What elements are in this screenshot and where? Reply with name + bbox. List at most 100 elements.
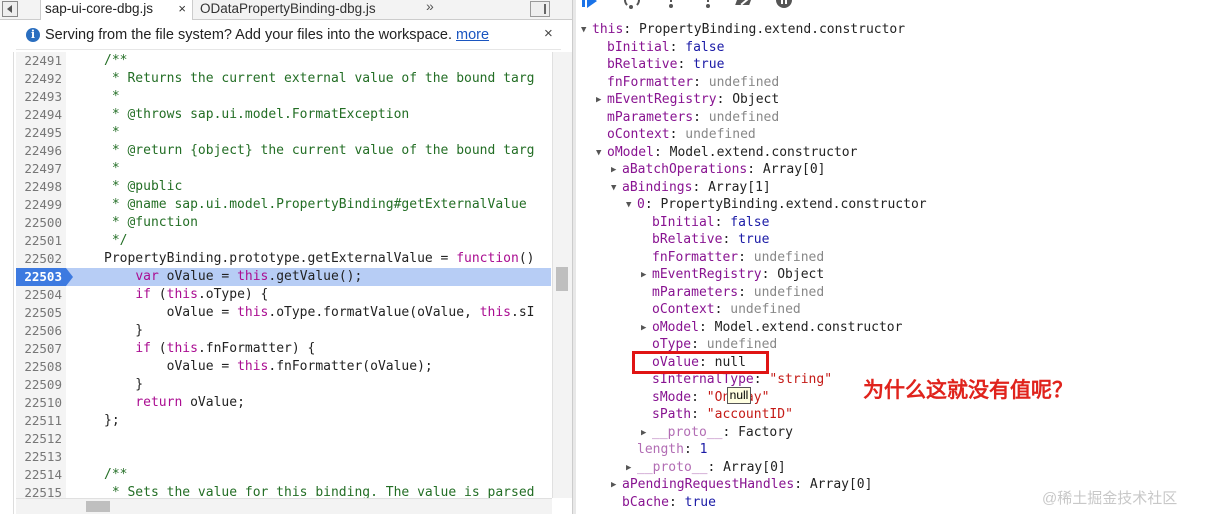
code-line[interactable]: 22507 if (this.fnFormatter) { — [16, 340, 551, 358]
code-line[interactable]: 22500 * @function — [16, 214, 551, 232]
navigator-toggle-icon[interactable] — [2, 1, 18, 17]
line-number[interactable]: 22503 — [16, 268, 73, 286]
code-line[interactable]: 22496 * @return {object} the current val… — [16, 142, 551, 160]
property-separator: : — [653, 144, 670, 160]
scope-row[interactable]: ▼ oModel: Model.extend.constructor — [596, 144, 857, 162]
code-line[interactable]: 22497 * — [16, 160, 551, 178]
line-number[interactable]: 22498 — [16, 178, 66, 196]
code-text: /** — [104, 467, 128, 482]
property-separator: : — [677, 57, 694, 72]
line-number[interactable]: 22504 — [16, 286, 66, 304]
code-line-paused[interactable]: 22503 var oValue = this.getValue(); — [16, 268, 551, 286]
line-number[interactable]: 22497 — [16, 160, 66, 178]
collapsed-triangle-icon[interactable]: ▶ — [611, 477, 622, 495]
scope-row[interactable]: ▼ this: PropertyBinding.extend.constructo… — [581, 21, 905, 39]
code-text: var oValue = this.getValue(); — [135, 269, 363, 284]
resume-icon[interactable] — [582, 0, 600, 10]
line-number[interactable]: 22509 — [16, 376, 66, 394]
scope-row[interactable]: ▼ 0: PropertyBinding.extend.constructor — [626, 196, 927, 214]
property-value: false — [685, 39, 725, 55]
code-line[interactable]: 22495 * — [16, 124, 551, 142]
scope-row[interactable]: ▶ mEventRegistry: Object — [596, 91, 779, 109]
line-number[interactable]: 22501 — [16, 232, 66, 250]
expanded-triangle-icon[interactable]: ▼ — [581, 22, 592, 40]
expanded-triangle-icon[interactable]: ▼ — [596, 145, 607, 163]
line-number[interactable]: 22513 — [16, 448, 66, 466]
scope-row[interactable]: ▶ mEventRegistry: Object — [641, 266, 824, 284]
code-line[interactable]: 22514 /** — [16, 466, 551, 484]
line-number[interactable]: 22500 — [16, 214, 66, 232]
scope-row[interactable]: ▶ oModel: Model.extend.constructor — [641, 319, 902, 337]
deactivate-breakpoints-icon[interactable] — [737, 0, 755, 10]
line-number[interactable]: 22514 — [16, 466, 66, 484]
tab-sap-ui-core-dbg[interactable]: sap-ui-core-dbg.js × — [40, 0, 193, 20]
panel-split-divider[interactable] — [572, 0, 576, 514]
line-number[interactable]: 22492 — [16, 70, 66, 88]
step-out-icon[interactable] — [700, 0, 718, 10]
collapsed-triangle-icon[interactable]: ▶ — [641, 320, 652, 338]
line-number[interactable]: 22507 — [16, 340, 66, 358]
collapsed-triangle-icon[interactable]: ▶ — [641, 267, 652, 285]
infobar-more-link[interactable]: more — [456, 27, 489, 43]
code-line[interactable]: 22491 /** — [16, 52, 551, 70]
code-line[interactable]: 22492 * Returns the current external val… — [16, 70, 551, 88]
line-number[interactable]: 22496 — [16, 142, 66, 160]
editor-vertical-scrollbar[interactable] — [552, 52, 572, 498]
scope-row[interactable]: ▼ aBindings: Array[1] — [611, 179, 771, 197]
scope-row[interactable]: ▶ aBatchOperations: Array[0] — [611, 161, 826, 179]
line-number[interactable]: 22493 — [16, 88, 66, 106]
scope-row[interactable]: ▶ __proto__: Array[0] — [626, 459, 786, 477]
code-line[interactable]: 22510 return oValue; — [16, 394, 551, 412]
code-line[interactable]: 22498 * @public — [16, 178, 551, 196]
scrollbar-thumb[interactable] — [556, 267, 568, 291]
expanded-triangle-icon[interactable]: ▼ — [611, 180, 622, 198]
code-line[interactable]: 22494 * @throws sap.ui.model.FormatExcep… — [16, 106, 551, 124]
line-number[interactable]: 22508 — [16, 358, 66, 376]
code-line[interactable]: 22506 } — [16, 322, 551, 340]
property-name: mParameters — [652, 284, 739, 300]
code-line[interactable]: 22499 * @name sap.ui.model.PropertyBindi… — [16, 196, 551, 214]
code-line[interactable]: 22505 oValue = this.oType.formatValue(oV… — [16, 304, 551, 322]
line-number[interactable]: 22491 — [16, 52, 66, 70]
code-editor[interactable]: 22491 /** 22492 * Returns the current exte… — [16, 52, 551, 514]
scope-row[interactable]: ▶ aPendingRequestHandles: Array[0] — [611, 476, 872, 494]
collapsed-triangle-icon[interactable]: ▶ — [611, 162, 622, 180]
property-separator: : — [753, 372, 770, 387]
code-line[interactable]: 22504 if (this.oType) { — [16, 286, 551, 304]
infobar-close-icon[interactable]: × — [544, 25, 553, 42]
collapsed-triangle-icon[interactable]: ▶ — [626, 460, 637, 478]
line-number[interactable]: 22505 — [16, 304, 66, 322]
more-tabs-icon[interactable]: » — [426, 0, 434, 14]
line-number[interactable]: 22499 — [16, 196, 66, 214]
code-line[interactable]: 22508 oValue = this.fnFormatter(oValue); — [16, 358, 551, 376]
pause-on-exceptions-icon[interactable] — [776, 0, 794, 10]
expanded-triangle-icon[interactable]: ▼ — [626, 197, 637, 215]
tab-odatapropertybinding-dbg[interactable]: ODataPropertyBinding-dbg.js — [196, 0, 406, 20]
line-number[interactable]: 22502 — [16, 250, 66, 268]
code-line[interactable]: 22501 */ — [16, 232, 551, 250]
step-over-icon[interactable] — [622, 0, 640, 10]
code-text: }; — [104, 413, 120, 428]
collapsed-triangle-icon[interactable]: ▶ — [641, 425, 652, 443]
property-name: bCache — [622, 494, 669, 510]
tab-close-icon[interactable]: × — [178, 0, 186, 18]
collapsed-triangle-icon[interactable]: ▶ — [596, 92, 607, 110]
code-line[interactable]: 22512 — [16, 430, 551, 448]
code-line[interactable]: 22509 } — [16, 376, 551, 394]
editor-horizontal-scrollbar[interactable] — [16, 498, 552, 514]
step-into-icon[interactable] — [663, 0, 681, 10]
line-number[interactable]: 22510 — [16, 394, 66, 412]
line-number[interactable]: 22495 — [16, 124, 66, 142]
code-line[interactable]: 22513 — [16, 448, 551, 466]
code-line[interactable]: 22493 * — [16, 88, 551, 106]
scrollbar-thumb[interactable] — [86, 501, 110, 512]
scope-row[interactable]: ▶ __proto__: Factory — [641, 424, 793, 442]
line-number[interactable]: 22494 — [16, 106, 66, 124]
code-line[interactable]: 22511}; — [16, 412, 551, 430]
debugger-sidebar-toggle-icon[interactable] — [530, 1, 550, 17]
code-line[interactable]: 22502 PropertyBinding.prototype.getExtern… — [16, 250, 551, 268]
line-number[interactable]: 22512 — [16, 430, 66, 448]
code-text: */ — [104, 233, 128, 248]
line-number[interactable]: 22506 — [16, 322, 66, 340]
line-number[interactable]: 22511 — [16, 412, 66, 430]
